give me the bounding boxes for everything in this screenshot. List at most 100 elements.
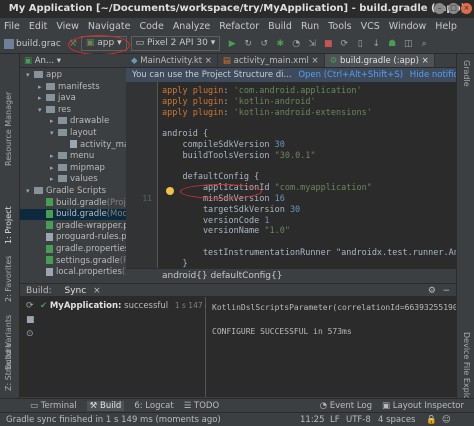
tab-mainactivity[interactable]: ◆ MainActivity.kt × (126, 54, 218, 67)
project-view-select[interactable]: An... (35, 56, 54, 66)
inspector-icon[interactable]: ☺ (442, 413, 451, 426)
menu-help[interactable]: Help (435, 21, 457, 32)
tree-item[interactable]: gradle.properties (20, 244, 126, 255)
sync-status-row[interactable]: ✔ MyApplication: successful 1 s 147 ms (40, 301, 216, 311)
tree-item[interactable]: ▾ app (20, 70, 126, 81)
tree-item[interactable]: activity_main (20, 140, 126, 151)
menu-navigate[interactable]: Navigate (88, 21, 131, 32)
menu-view[interactable]: View (56, 21, 79, 32)
layout-inspector-icon[interactable]: ◫ (402, 38, 414, 50)
tree-item[interactable]: proguard-rules.pro (20, 232, 126, 243)
lightbulb-icon[interactable] (166, 187, 174, 195)
code-line[interactable]: compileSdkVersion 30 (162, 140, 284, 150)
code-line[interactable]: targetSdkVersion 30 (162, 205, 300, 215)
menu-code[interactable]: Code (139, 21, 163, 32)
chevron-down-icon[interactable]: ▾ (26, 186, 34, 197)
build-tab[interactable]: ⚒ Build (86, 400, 125, 411)
tree-item[interactable]: ▾ Gradle Scripts (20, 186, 126, 197)
avd-manager-icon[interactable]: ▯ (354, 38, 366, 50)
pin-icon[interactable]: ⊙ (26, 329, 34, 339)
menu-run[interactable]: Run (301, 21, 319, 32)
tab-activity-main[interactable]: ▤ activity_main.xml × (218, 54, 325, 67)
editor-breadcrumb[interactable]: android{} defaultConfig{} (126, 268, 456, 282)
tree-item[interactable]: ▸ mipmap (20, 163, 126, 174)
sync-again-icon[interactable]: ⟳ (26, 301, 34, 311)
hide-icon[interactable]: − (442, 284, 450, 298)
status-message[interactable]: Gradle sync finished in 1 s 149 ms (mome… (6, 415, 221, 425)
apply-changes-icon[interactable]: ↻ (242, 38, 254, 50)
menu-refactor[interactable]: Refactor (219, 21, 259, 32)
code-line[interactable]: apply plugin: 'kotlin-android-extensions… (162, 108, 372, 118)
stop-icon[interactable]: ■ (26, 315, 35, 325)
menu-build[interactable]: Build (268, 21, 292, 32)
toolbar-breadcrumb[interactable]: build.grac (16, 39, 61, 49)
hide-notification-link[interactable]: Hide notification (410, 70, 456, 80)
maximize-icon[interactable]: □ (448, 3, 459, 14)
chevron-right-icon[interactable]: ▸ (50, 163, 58, 174)
debug-icon[interactable]: ✱ (274, 38, 286, 50)
code-line[interactable]: android { (162, 129, 208, 139)
tree-item[interactable]: build.gradle(Modu (20, 209, 126, 221)
indent-setting[interactable]: 4 spaces (378, 413, 415, 426)
tree-item[interactable]: settings.gradle(Pro (20, 256, 126, 267)
todo-tab[interactable]: ☰ TODO (184, 401, 219, 411)
code-line[interactable]: buildToolsVersion "30.0.1" (162, 151, 315, 161)
tree-item[interactable]: ▸ java (20, 93, 126, 104)
file-encoding[interactable]: UTF-8 (346, 413, 371, 426)
menu-vcs[interactable]: VCS (361, 21, 380, 32)
tree-item[interactable]: ▸ manifests (20, 82, 126, 93)
device-select[interactable]: ▭ Pixel 2 API 30 ▾ (130, 36, 221, 51)
chevron-down-icon[interactable]: ▾ (38, 105, 46, 116)
event-log-tab[interactable]: ◔ Event Log (320, 401, 372, 411)
chevron-right-icon[interactable]: ▸ (50, 151, 58, 162)
tree-item[interactable]: ▾ res (20, 105, 126, 116)
settings-icon[interactable]: ⚙ (428, 284, 436, 298)
apply-code-icon[interactable]: ↺ (258, 38, 270, 50)
close-icon[interactable]: × (93, 286, 101, 296)
line-separator[interactable]: LF (330, 413, 340, 426)
code-line[interactable]: versionName "1.0" (162, 226, 290, 236)
close-icon[interactable]: × (461, 3, 472, 14)
code-line[interactable]: apply plugin: 'com.android.application' (162, 86, 362, 96)
android-icon[interactable]: ☗ (386, 38, 398, 50)
code-line[interactable]: apply plugin: 'kotlin-android' (162, 97, 316, 107)
stop-icon[interactable]: ■ (322, 38, 334, 50)
layout-inspector-tab[interactable]: ▣ Layout Inspector (382, 401, 464, 411)
code-line[interactable]: defaultConfig { (162, 172, 259, 182)
code-line[interactable]: testInstrumentationRunner "androidx.test… (162, 248, 456, 258)
structure-tab[interactable]: Z: Structure (4, 343, 13, 391)
favorites-tab[interactable]: 2: Favorites (4, 256, 13, 302)
tree-item[interactable]: ▸ drawable (20, 116, 126, 127)
attach-debugger-icon[interactable]: ⇲ (306, 38, 318, 50)
tree-item[interactable]: gradle-wrapper.pro (20, 221, 126, 232)
logcat-tab[interactable]: 6: Logcat (134, 401, 173, 411)
chevron-down-icon[interactable]: ▾ (26, 70, 34, 81)
tree-item[interactable]: ▸ values (20, 174, 126, 185)
minimize-icon[interactable]: – (434, 3, 445, 14)
code-line[interactable]: } (162, 259, 187, 268)
open-project-structure-link[interactable]: Open (Ctrl+Alt+Shift+S) (298, 70, 403, 80)
tree-item[interactable]: build.gradle(Proje (20, 198, 126, 209)
menu-window[interactable]: Window (389, 21, 426, 32)
lock-icon[interactable]: 🔒 (426, 413, 437, 426)
menu-edit[interactable]: Edit (29, 21, 47, 32)
tab-build-gradle[interactable]: ⚙ build.gradle (:app) × (324, 54, 435, 67)
menu-tools[interactable]: Tools (328, 21, 351, 32)
code-line[interactable]: versionCode 1 (162, 216, 270, 226)
project-tab[interactable]: 1: Project (4, 206, 13, 244)
menu-file[interactable]: File (4, 21, 20, 32)
build-output[interactable]: KotlinDslScriptsParameter(correlationId=… (206, 297, 456, 397)
chevron-right-icon[interactable]: ▸ (38, 82, 46, 93)
gradle-tab[interactable]: Gradle (462, 60, 471, 87)
search-icon[interactable]: ⌕ (418, 38, 430, 50)
terminal-tab[interactable]: ▭ Terminal (30, 401, 77, 411)
tree-item[interactable]: local.properties(SI (20, 267, 126, 278)
chevron-right-icon[interactable]: ▸ (50, 174, 58, 185)
tree-item[interactable]: ▸ menu (20, 151, 126, 162)
menu-analyze[interactable]: Analyze (173, 21, 210, 32)
run-icon[interactable]: ▶ (226, 38, 238, 50)
chevron-right-icon[interactable]: ▸ (50, 116, 58, 127)
sdk-manager-icon[interactable]: ↓ (370, 38, 382, 50)
tree-item[interactable]: ▾ layout (20, 128, 126, 139)
chevron-down-icon[interactable]: ▾ (50, 128, 58, 139)
